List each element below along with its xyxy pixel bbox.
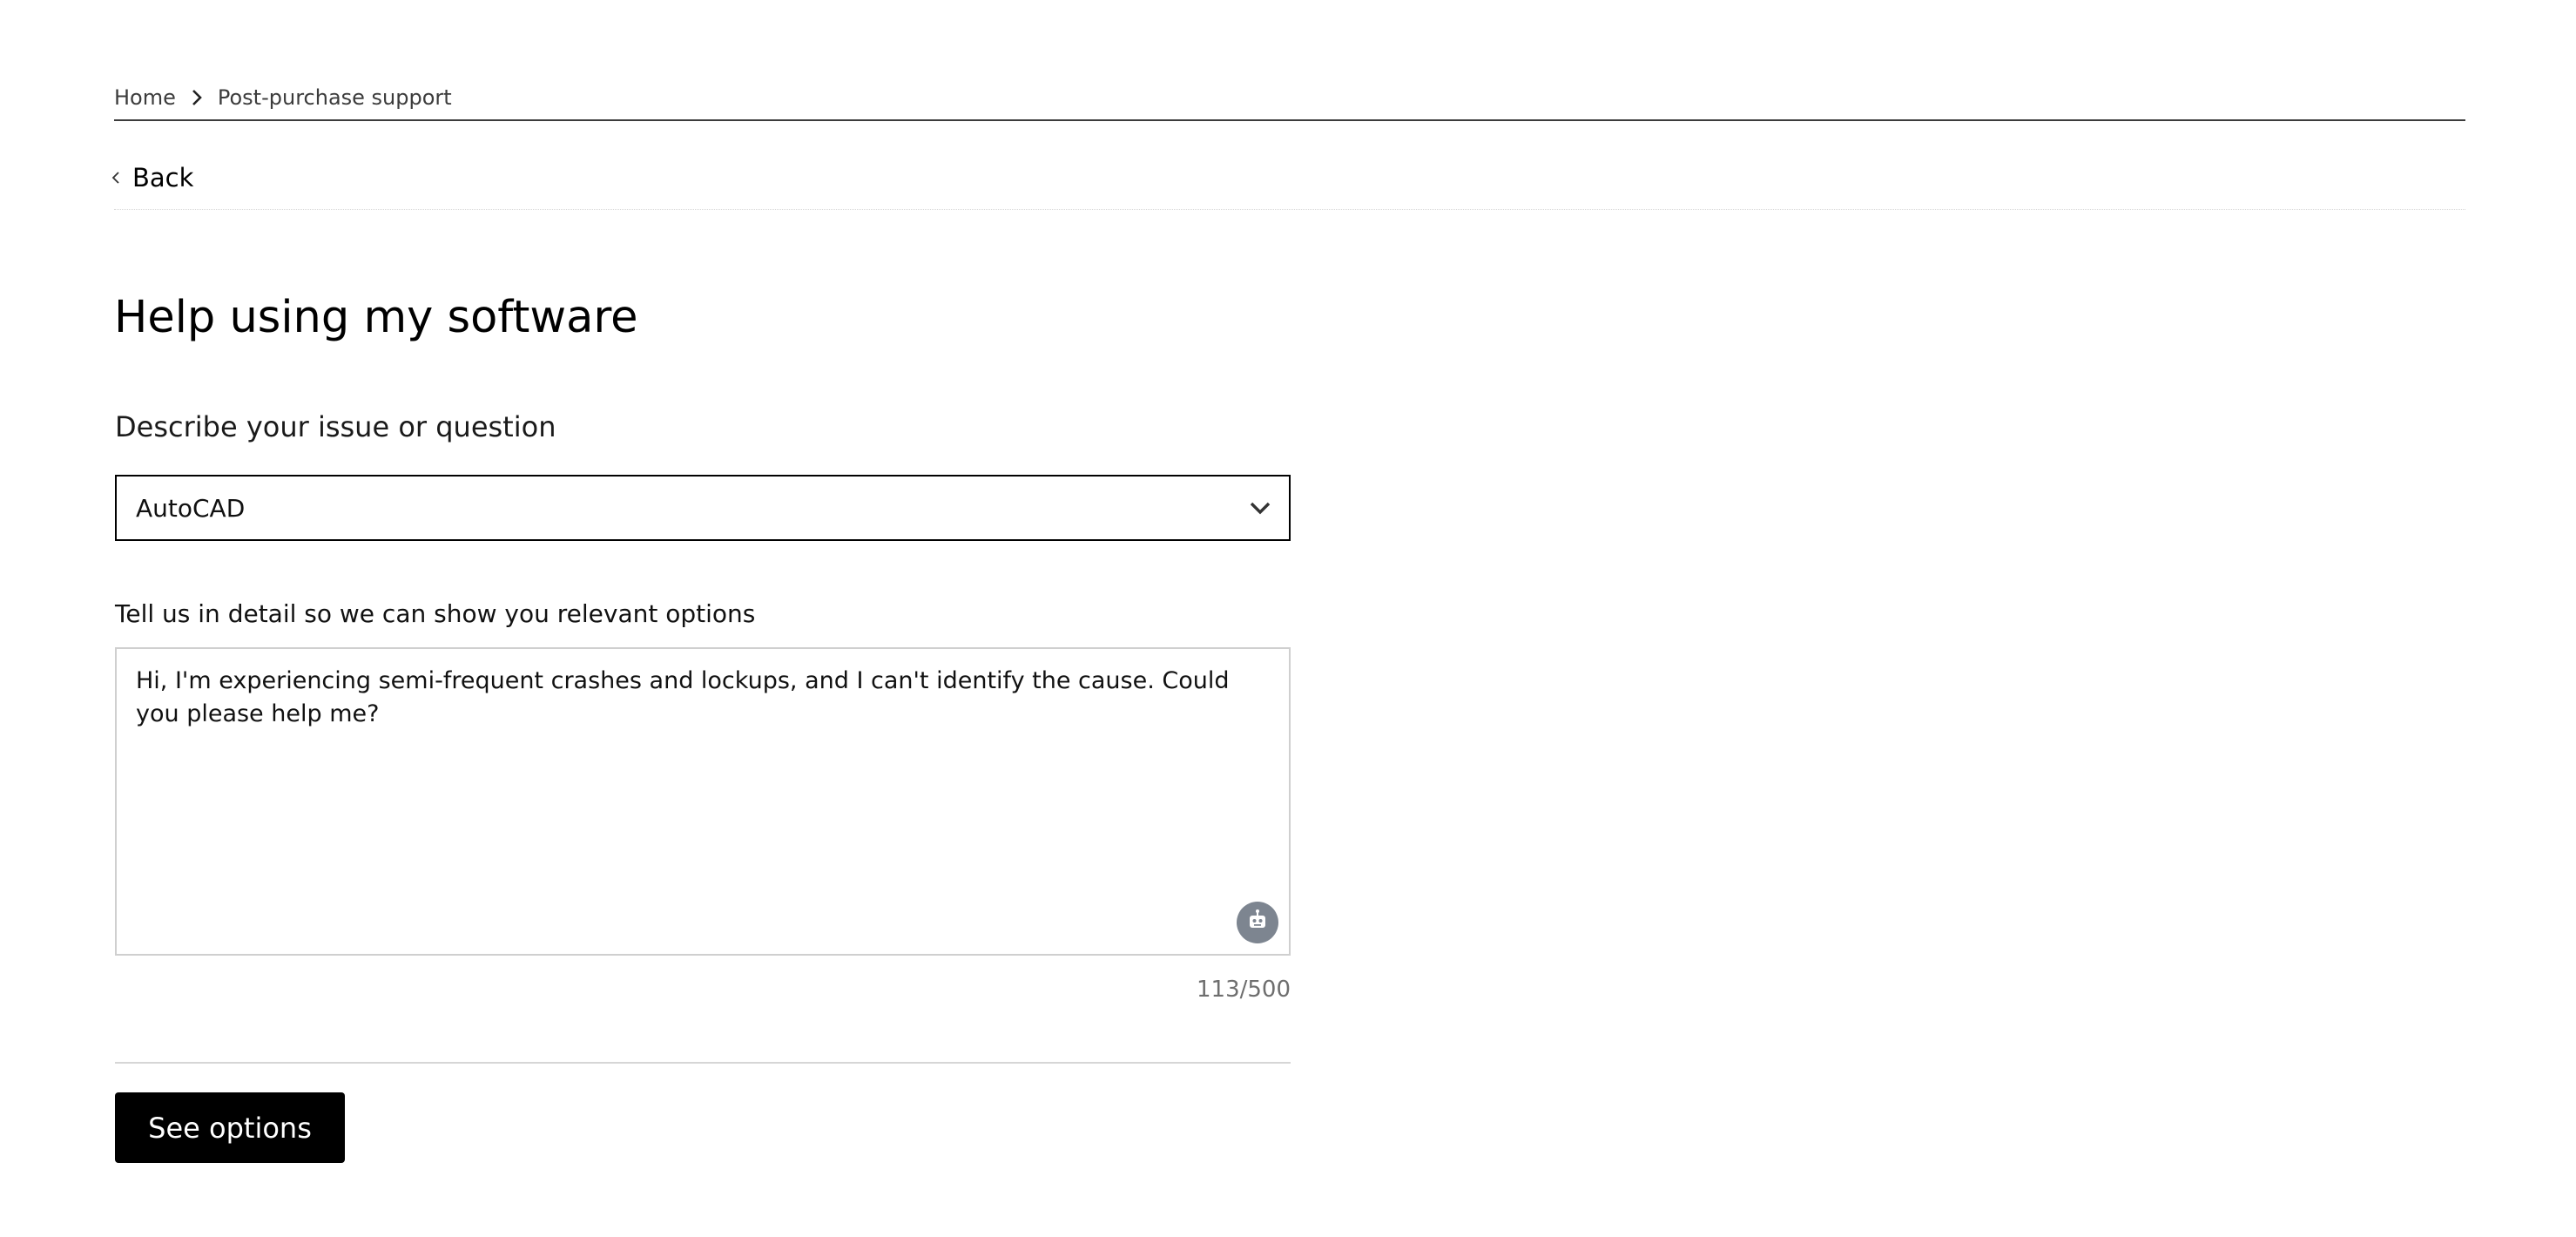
detail-label: Tell us in detail so we can show you rel… bbox=[115, 599, 756, 628]
robot-icon bbox=[1244, 908, 1271, 937]
breadcrumb-home-link[interactable]: Home bbox=[114, 85, 176, 110]
breadcrumb-divider bbox=[114, 119, 2465, 121]
detail-textarea-value: Hi, I'm experiencing semi-frequent crash… bbox=[136, 667, 1230, 727]
back-divider bbox=[114, 209, 2465, 210]
product-select[interactable]: AutoCAD bbox=[115, 475, 1291, 541]
back-link[interactable]: Back bbox=[111, 160, 193, 195]
page-title: Help using my software bbox=[114, 292, 638, 343]
product-select-value: AutoCAD bbox=[136, 493, 246, 523]
assistant-button[interactable] bbox=[1237, 902, 1278, 943]
see-options-button[interactable]: See options bbox=[115, 1092, 345, 1163]
breadcrumb: Home Post-purchase support bbox=[114, 81, 452, 114]
detail-textarea[interactable]: Hi, I'm experiencing semi-frequent crash… bbox=[115, 647, 1291, 956]
chevron-down-icon bbox=[1249, 501, 1271, 515]
back-label: Back bbox=[132, 163, 194, 193]
character-counter: 113/500 bbox=[1196, 977, 1291, 1003]
issue-label: Describe your issue or question bbox=[115, 410, 556, 443]
chevron-left-icon bbox=[111, 171, 131, 185]
chevron-right-icon bbox=[176, 89, 218, 106]
breadcrumb-current: Post-purchase support bbox=[217, 85, 452, 110]
form-divider bbox=[115, 1062, 1291, 1064]
